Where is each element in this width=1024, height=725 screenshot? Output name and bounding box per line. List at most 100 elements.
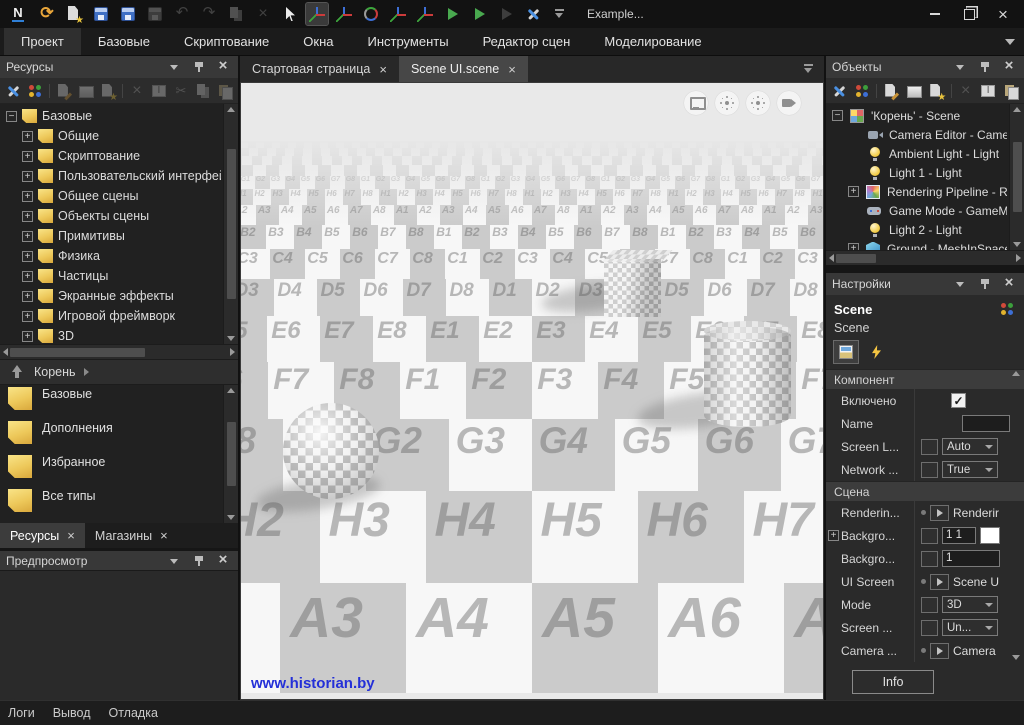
text-input[interactable]: 1 1 <box>942 527 976 544</box>
close-icon[interactable] <box>214 552 232 570</box>
sphere-object[interactable] <box>283 403 379 499</box>
property-options-button[interactable] <box>921 528 938 544</box>
tab-properties[interactable] <box>834 341 858 363</box>
tab-магазины[interactable]: Магазины× <box>85 523 178 548</box>
close-icon[interactable]: × <box>379 62 387 77</box>
scroll-thumb[interactable] <box>227 149 236 299</box>
sun-button[interactable] <box>715 91 739 115</box>
tab-ресурсы[interactable]: Ресурсы× <box>0 523 85 548</box>
property-options-button[interactable] <box>921 620 938 636</box>
list-item[interactable]: Все типы <box>0 487 223 521</box>
colored-shapes-button[interactable] <box>26 81 44 101</box>
panel-menu-icon[interactable] <box>166 552 184 570</box>
tree-item[interactable]: +Скриптование <box>0 146 223 166</box>
rename-button[interactable] <box>150 81 168 101</box>
scene-viewport[interactable]: G8G1G2G3G4G5G6G7G8G1G2G3G4G5G6G7G8G1G2G3… <box>240 82 824 700</box>
close-button[interactable] <box>988 3 1018 25</box>
panel-menu-icon[interactable] <box>166 58 184 76</box>
edit-document-button[interactable] <box>55 81 73 101</box>
collapse-icon[interactable]: − <box>832 110 843 121</box>
pin-icon[interactable] <box>190 58 208 76</box>
play-solution-button[interactable] <box>468 3 490 25</box>
tree-item[interactable]: Light 2 - Light <box>826 220 1009 239</box>
expand-icon[interactable]: + <box>848 243 859 250</box>
scroll-thumb[interactable] <box>836 254 876 263</box>
expand-icon[interactable]: + <box>22 171 33 182</box>
refresh-button[interactable] <box>36 3 58 25</box>
scroll-thumb[interactable] <box>10 348 145 357</box>
color-swatch[interactable] <box>980 527 1000 544</box>
expand-icon[interactable]: + <box>22 191 33 202</box>
sun-button[interactable] <box>746 91 770 115</box>
delete-button[interactable] <box>252 3 274 25</box>
vertical-scrollbar[interactable] <box>223 104 238 344</box>
pin-icon[interactable] <box>976 275 994 293</box>
duplicate-button[interactable] <box>225 3 247 25</box>
minimize-button[interactable] <box>920 3 950 25</box>
close-icon[interactable]: × <box>67 528 75 543</box>
close-icon[interactable]: × <box>508 62 516 77</box>
tree-item[interactable]: +Объекты сцены <box>0 206 223 226</box>
save-button[interactable] <box>90 3 112 25</box>
property-options-button[interactable] <box>921 551 938 567</box>
reference-expand-button[interactable] <box>930 643 949 659</box>
tree-item[interactable]: −'Корень' - Scene <box>826 106 1009 125</box>
vertical-scrollbar[interactable] <box>1009 104 1024 250</box>
menu-item-скриптование[interactable]: Скриптование <box>167 28 286 55</box>
tree-item[interactable]: +Общие <box>0 126 223 146</box>
new-file-button[interactable] <box>63 3 85 25</box>
expand-icon[interactable]: + <box>22 291 33 302</box>
cylinder-object[interactable] <box>704 329 791 427</box>
checkbox-checked[interactable] <box>951 393 966 408</box>
box-button[interactable] <box>77 81 95 101</box>
watermark-link[interactable]: www.historian.by <box>251 675 375 692</box>
status-item-логи[interactable]: Логи <box>8 706 35 720</box>
reference-expand-button[interactable] <box>930 574 949 590</box>
tree-item[interactable]: Game Mode - GameMod <box>826 201 1009 220</box>
close-icon[interactable] <box>214 58 232 76</box>
scroll-up-arrow[interactable] <box>1012 371 1020 376</box>
dropdown[interactable]: True <box>942 461 998 478</box>
tree-item[interactable]: Camera Editor - Camera <box>826 125 1009 144</box>
expand-icon[interactable]: + <box>22 211 33 222</box>
tree-item[interactable]: +Ground - MeshInSpace <box>826 239 1009 250</box>
build-tools-button[interactable] <box>4 81 22 101</box>
tree-item[interactable]: +Экранные эффекты <box>0 286 223 306</box>
close-icon[interactable]: × <box>160 528 168 543</box>
tree-item[interactable]: +Rendering Pipeline - Ren <box>826 182 1009 201</box>
pin-icon[interactable] <box>976 58 994 76</box>
delete-button[interactable] <box>128 81 146 101</box>
doc-star-button[interactable] <box>99 81 117 101</box>
select-cursor-button[interactable] <box>279 3 301 25</box>
tree-item[interactable]: +Общее сцены <box>0 186 223 206</box>
gizmo-transform-button[interactable] <box>414 3 436 25</box>
tree-item[interactable]: −Базовые <box>0 106 223 126</box>
list-item[interactable]: Базовые <box>0 385 223 419</box>
undo-button[interactable] <box>171 3 193 25</box>
scroll-thumb[interactable] <box>1013 142 1022 212</box>
display-button[interactable] <box>684 91 708 115</box>
expand-icon[interactable]: + <box>22 151 33 162</box>
build-tools-button[interactable] <box>522 3 544 25</box>
up-arrow-icon[interactable] <box>8 363 26 381</box>
menu-item-моделирование[interactable]: Моделирование <box>587 28 718 55</box>
play-button[interactable] <box>441 3 463 25</box>
paste-button[interactable] <box>216 81 234 101</box>
menu-item-проект[interactable]: Проект <box>4 28 81 55</box>
info-button[interactable]: Info <box>852 670 934 694</box>
expand-icon[interactable]: + <box>22 311 33 322</box>
status-item-отладка[interactable]: Отладка <box>109 706 158 720</box>
tree-item[interactable]: +Частицы <box>0 266 223 286</box>
gizmo-rotate-button[interactable] <box>360 3 382 25</box>
panel-menu-icon[interactable] <box>952 58 970 76</box>
tree-item[interactable]: +Игровой фреймворк <box>0 306 223 326</box>
vertical-scrollbar[interactable] <box>223 385 238 523</box>
save-as-button[interactable] <box>117 3 139 25</box>
tab-events[interactable] <box>864 341 888 363</box>
expand-icon[interactable]: + <box>22 271 33 282</box>
build-tools-button[interactable] <box>830 81 849 101</box>
box-button[interactable] <box>904 81 923 101</box>
restore-button[interactable] <box>954 3 984 25</box>
menu-item-редактор сцен[interactable]: Редактор сцен <box>466 28 588 55</box>
panel-menu-icon[interactable] <box>952 275 970 293</box>
